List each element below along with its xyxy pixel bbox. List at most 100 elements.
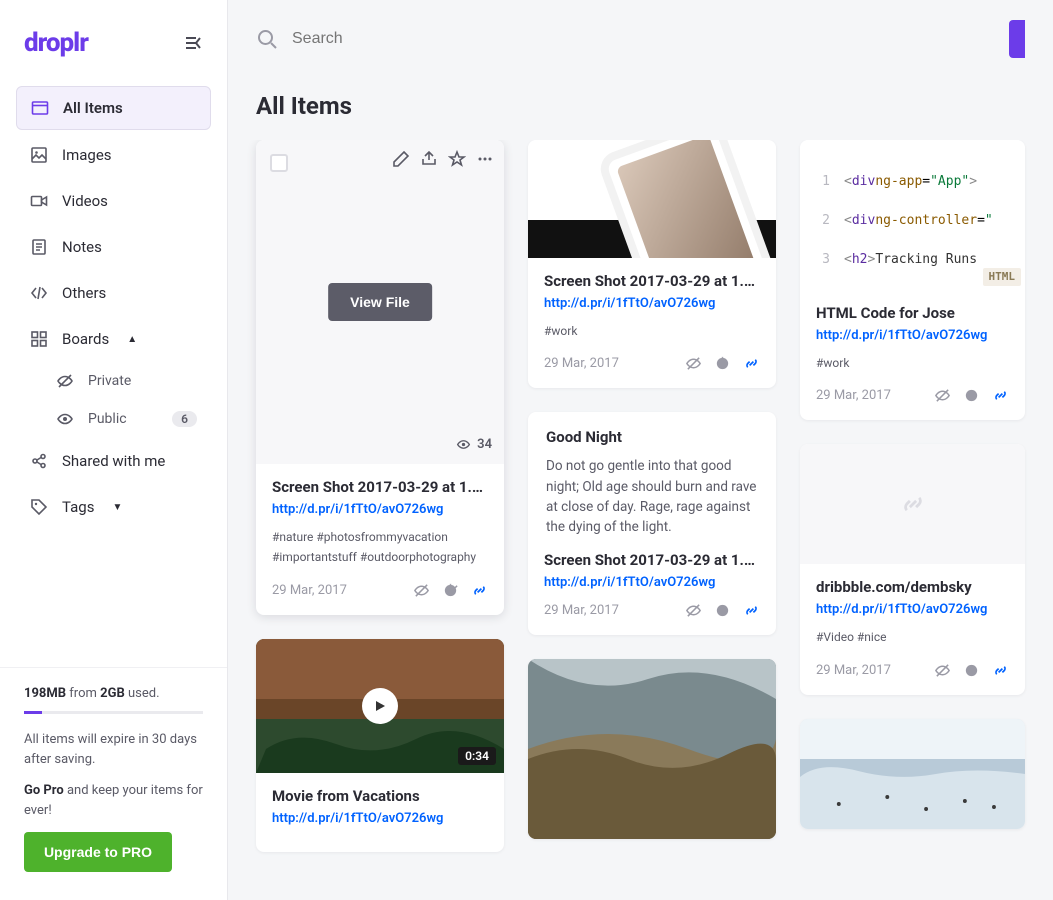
destruct-icon[interactable] — [442, 582, 459, 599]
card-date: 29 Mar, 2017 — [544, 603, 619, 618]
link-icon[interactable] — [743, 355, 760, 372]
upgrade-button[interactable]: Upgrade to PRO — [24, 832, 172, 872]
nav-label: Others — [62, 284, 106, 302]
grid-col-1: View File 34 Screen Shot 2017-03-29 at 1… — [256, 140, 504, 852]
nav-all-items[interactable]: All Items — [16, 86, 211, 130]
link-icon[interactable] — [743, 602, 760, 619]
logo: droplr — [24, 28, 88, 58]
nav-notes[interactable]: Notes — [16, 226, 211, 268]
nav-others[interactable]: Others — [16, 272, 211, 314]
card-link[interactable]: http://d.pr/i/1fTtO/avO726wg — [544, 296, 760, 311]
card-actions — [934, 387, 1009, 404]
play-button[interactable] — [362, 688, 398, 724]
language-badge: HTML — [983, 268, 1022, 287]
nav-label: Private — [88, 373, 131, 389]
visibility-icon[interactable] — [685, 355, 702, 372]
card-date: 29 Mar, 2017 — [816, 388, 891, 403]
card-link[interactable]: http://d.pr/i/1fTtO/avO726wg — [544, 575, 760, 590]
nav-label: Boards — [62, 330, 109, 348]
card-ice-image[interactable] — [800, 719, 1025, 829]
nav-boards[interactable]: Boards ▲ — [16, 318, 211, 360]
nav-label: Notes — [62, 238, 102, 256]
card-actions — [413, 582, 488, 599]
collapse-icon — [185, 35, 201, 51]
boards-icon — [30, 330, 48, 348]
card-link[interactable]: http://d.pr/i/1fTtO/avO726wg — [816, 328, 1009, 343]
edit-icon[interactable] — [392, 150, 410, 168]
gopro-copy: Go Pro and keep your items for ever! — [24, 781, 203, 820]
page-title: All Items — [228, 78, 1053, 140]
note-preview: Good Night Do not go gentle into that go… — [528, 412, 776, 537]
sidebar: droplr All Items Images Videos Notes Oth… — [0, 0, 228, 900]
card-footer: 29 Mar, 2017 — [816, 387, 1009, 404]
visibility-icon[interactable] — [685, 602, 702, 619]
destruct-icon[interactable] — [714, 602, 731, 619]
nav-label: Images — [62, 146, 112, 164]
notes-icon — [30, 238, 48, 256]
card-link[interactable]: http://d.pr/i/1fTtO/avO726wg — [272, 811, 488, 826]
search-input[interactable] — [292, 30, 532, 48]
collapse-sidebar-button[interactable] — [183, 33, 203, 53]
link-placeholder-icon — [899, 490, 927, 518]
destruct-icon[interactable] — [714, 355, 731, 372]
views-count: 34 — [456, 437, 492, 452]
phone-mockup — [596, 140, 776, 258]
card-link-dribbble[interactable]: dribbble.com/dembsky http://d.pr/i/1fTtO… — [800, 444, 1025, 694]
star-icon[interactable] — [448, 150, 466, 168]
note-body: Do not go gentle into that good night; O… — [546, 456, 758, 537]
card-tags: #work — [816, 353, 1009, 373]
view-file-button[interactable]: View File — [328, 283, 432, 321]
note-title: Good Night — [546, 428, 758, 446]
link-icon[interactable] — [992, 387, 1009, 404]
tag-icon — [30, 498, 48, 516]
card-link[interactable]: http://d.pr/i/1fTtO/avO726wg — [272, 502, 488, 517]
card-note[interactable]: Good Night Do not go gentle into that go… — [528, 412, 776, 635]
card-body: Screen Shot 2017-03-29 at 1.25… http://d… — [528, 258, 776, 388]
card-date: 29 Mar, 2017 — [272, 583, 347, 598]
visibility-icon[interactable] — [934, 387, 951, 404]
nav-label: Videos — [62, 192, 108, 210]
link-icon[interactable] — [471, 582, 488, 599]
main: All Items View File 34 — [228, 0, 1053, 900]
card-body: Screen Shot 2017-03-29 at 1.25… http://d… — [528, 537, 776, 635]
boards-sublist: Private Public 6 — [16, 364, 211, 436]
card-code[interactable]: 1<div ng-app="App"> 2 <div ng-controller… — [800, 140, 1025, 420]
card-preview: View File 34 — [256, 140, 504, 464]
visibility-icon[interactable] — [413, 582, 430, 599]
card-tags: #work — [544, 321, 760, 341]
nav-private[interactable]: Private — [42, 364, 211, 398]
card-video[interactable]: 0:34 Movie from Vacations http://d.pr/i/… — [256, 639, 504, 852]
link-icon[interactable] — [992, 662, 1009, 679]
card-screenshot-1[interactable]: View File 34 Screen Shot 2017-03-29 at 1… — [256, 140, 504, 615]
nav-videos[interactable]: Videos — [16, 180, 211, 222]
card-link[interactable]: http://d.pr/i/1fTtO/avO726wg — [816, 602, 1009, 617]
nav-label: Tags — [62, 498, 94, 516]
card-title: HTML Code for Jose — [816, 304, 1009, 322]
share-arrow-icon[interactable] — [420, 150, 438, 168]
all-items-icon — [31, 99, 49, 117]
storage-text: 198MB from 2GB used. — [24, 686, 203, 701]
items-grid: View File 34 Screen Shot 2017-03-29 at 1… — [228, 140, 1053, 880]
card-beach-image[interactable] — [528, 659, 776, 839]
sidebar-header: droplr — [0, 0, 227, 78]
visibility-icon[interactable] — [934, 662, 951, 679]
eye-icon — [56, 410, 74, 428]
nav-tags[interactable]: Tags ▼ — [16, 486, 211, 528]
destruct-icon[interactable] — [963, 387, 980, 404]
card-title: Screen Shot 2017-03-29 at 1.25… — [272, 478, 488, 496]
nav-images[interactable]: Images — [16, 134, 211, 176]
more-icon[interactable] — [476, 150, 494, 168]
video-duration: 0:34 — [458, 747, 496, 765]
nav-public[interactable]: Public 6 — [42, 402, 211, 436]
card-screenshot-2[interactable]: Screen Shot 2017-03-29 at 1.25… http://d… — [528, 140, 776, 388]
eye-icon — [456, 437, 471, 452]
card-actions — [685, 355, 760, 372]
destruct-icon[interactable] — [963, 662, 980, 679]
search-icon — [256, 28, 278, 50]
video-icon — [30, 192, 48, 210]
select-checkbox[interactable] — [270, 154, 288, 172]
card-preview — [800, 719, 1025, 829]
card-preview — [800, 444, 1025, 564]
new-button-edge[interactable] — [1009, 20, 1025, 58]
nav-shared[interactable]: Shared with me — [16, 440, 211, 482]
